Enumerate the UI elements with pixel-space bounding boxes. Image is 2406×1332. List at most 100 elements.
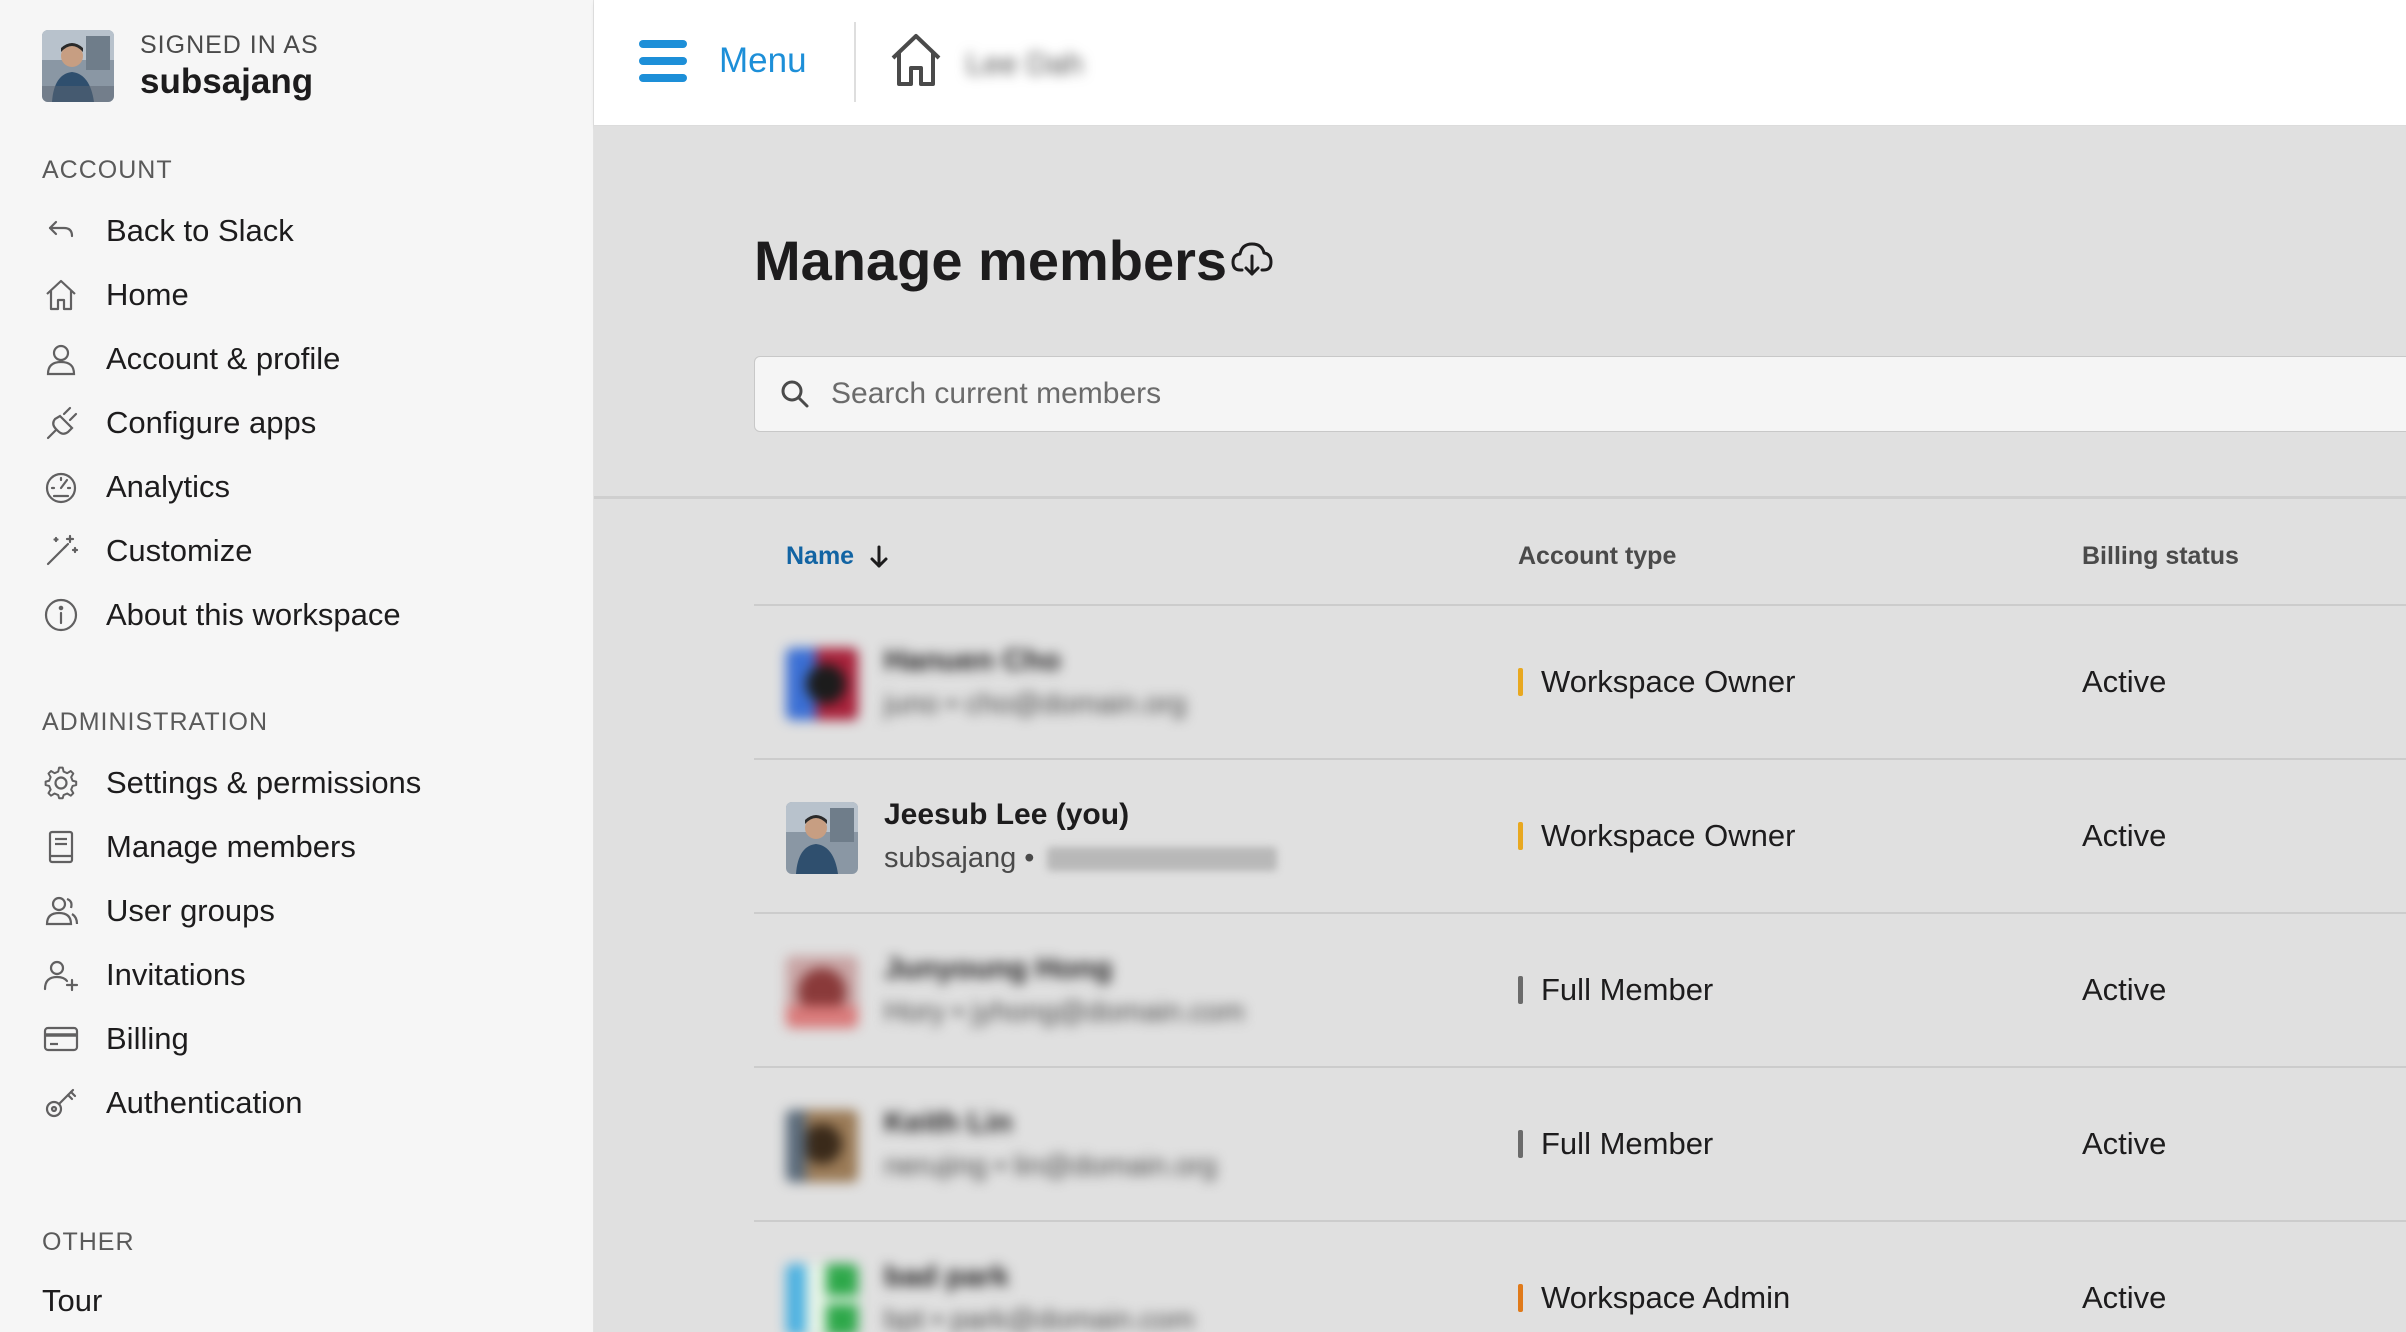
sidebar-item-billing[interactable]: Billing	[42, 1014, 189, 1064]
member-email: jyhong@domain.com	[971, 996, 1245, 1028]
column-header-account-type[interactable]: Account type	[1518, 542, 1676, 571]
gauge-icon	[42, 468, 80, 506]
member-handle-email: nerujing • lin@domain.org	[884, 1150, 1218, 1182]
account-section-title: ACCOUNT	[42, 156, 173, 184]
sidebar: SIGNED IN AS subsajang ACCOUNT Back to S…	[0, 0, 594, 1332]
sidebar-item-home[interactable]: Home	[42, 270, 189, 320]
search-box[interactable]	[754, 356, 2406, 432]
topbar-divider	[854, 22, 856, 102]
members-book-icon	[42, 828, 80, 866]
search-input[interactable]	[831, 377, 2331, 411]
sidebar-item-manage-members[interactable]: Manage members	[42, 822, 356, 872]
account-type-label: Workspace Owner	[1541, 664, 1796, 699]
member-email: park@domain.com	[950, 1304, 1195, 1332]
avatar	[786, 1110, 858, 1182]
member-name: Jeesub Lee (you)	[884, 798, 1130, 831]
home-icon[interactable]	[889, 32, 943, 88]
member-handle: subsajang	[884, 842, 1017, 874]
table-row[interactable]: Junyoung Hong Hory • jyhong@domain.com F…	[754, 912, 2406, 1066]
back-arrow-icon	[42, 212, 80, 250]
account-type-cell: Workspace Admin	[1518, 1280, 1790, 1316]
member-handle: juno	[884, 688, 939, 720]
account-type-cell: Full Member	[1518, 1126, 1713, 1162]
sidebar-item-label: Account & profile	[106, 341, 341, 376]
signed-in-label: SIGNED IN AS	[140, 31, 319, 59]
workspace-name[interactable]: Lee Dah	[966, 46, 1083, 82]
sidebar-item-authentication[interactable]: Authentication	[42, 1078, 302, 1128]
table-row[interactable]: Hanuen Cho juno • cho@domain.org Workspa…	[754, 604, 2406, 758]
column-header-billing-status[interactable]: Billing status	[2082, 542, 2239, 571]
account-type-indicator	[1518, 1130, 1523, 1158]
billing-status-cell: Active	[2082, 818, 2167, 853]
signed-in-block: SIGNED IN AS subsajang	[42, 28, 319, 104]
member-handle-email: Hory • jyhong@domain.com	[884, 996, 1245, 1028]
account-type-cell: Full Member	[1518, 972, 1713, 1008]
other-section-title: OTHER	[42, 1228, 135, 1256]
account-type-label: Workspace Owner	[1541, 818, 1796, 853]
signed-in-username: subsajang	[140, 62, 314, 101]
sidebar-item-label: User groups	[106, 893, 275, 928]
sidebar-item-label: Configure apps	[106, 405, 317, 440]
section-divider	[594, 496, 2406, 499]
avatar	[786, 802, 858, 874]
avatar	[786, 956, 858, 1028]
billing-status-cell: Active	[2082, 1126, 2167, 1161]
member-handle-email: bpt • park@domain.com	[884, 1304, 1194, 1332]
sidebar-item-label: Customize	[106, 533, 253, 568]
table-row[interactable]: Jeesub Lee (you) subsajang • Workspace O…	[754, 758, 2406, 912]
sort-descending-icon	[870, 545, 888, 567]
table-row[interactable]: bad park bpt • park@domain.com Workspace…	[754, 1220, 2406, 1332]
search-icon	[781, 380, 809, 408]
add-person-icon	[42, 956, 80, 994]
sidebar-item-label: Billing	[106, 1021, 189, 1056]
member-handle-email: subsajang •	[884, 842, 1277, 875]
user-group-icon	[42, 892, 80, 930]
member-name: Hanuen Cho	[884, 644, 1061, 677]
person-icon	[42, 340, 80, 378]
avatar[interactable]	[42, 30, 114, 102]
cloud-download-icon[interactable]	[1230, 238, 1274, 282]
sidebar-item-label: Back to Slack	[106, 213, 294, 248]
plug-icon	[42, 404, 80, 442]
sidebar-item-label: Settings & permissions	[106, 765, 422, 800]
account-type-label: Workspace Admin	[1541, 1280, 1791, 1315]
account-type-label: Full Member	[1541, 972, 1714, 1007]
account-type-cell: Workspace Owner	[1518, 818, 1795, 854]
billing-status-cell: Active	[2082, 972, 2167, 1007]
member-name: Junyoung Hong	[884, 952, 1113, 985]
administration-section-title: ADMINISTRATION	[42, 708, 269, 736]
sidebar-item-label: Authentication	[106, 1085, 303, 1120]
column-header-name[interactable]: Name	[786, 542, 890, 571]
member-email: lin@domain.org	[1013, 1150, 1218, 1182]
menu-label: Menu	[719, 41, 807, 80]
sidebar-item-account-profile[interactable]: Account & profile	[42, 334, 340, 384]
sidebar-item-analytics[interactable]: Analytics	[42, 462, 230, 512]
sidebar-item-about-workspace[interactable]: About this workspace	[42, 590, 401, 640]
column-header-name-label: Name	[786, 542, 855, 570]
account-type-indicator	[1518, 1284, 1523, 1312]
avatar	[786, 648, 858, 720]
gear-icon	[42, 764, 80, 802]
table-row[interactable]: Keith Lin nerujing • lin@domain.org Full…	[754, 1066, 2406, 1220]
member-email-redacted	[1046, 847, 1277, 872]
member-name: Keith Lin	[884, 1106, 1013, 1139]
sidebar-item-label: Home	[106, 277, 189, 312]
member-handle-email: juno • cho@domain.org	[884, 688, 1187, 720]
member-email: cho@domain.org	[965, 688, 1187, 720]
sidebar-item-invitations[interactable]: Invitations	[42, 950, 246, 1000]
sidebar-item-back-to-slack[interactable]: Back to Slack	[42, 206, 294, 256]
sidebar-item-user-groups[interactable]: User groups	[42, 886, 275, 936]
sidebar-item-configure-apps[interactable]: Configure apps	[42, 398, 316, 448]
account-type-indicator	[1518, 976, 1523, 1004]
avatar	[786, 1264, 858, 1332]
member-name: bad park	[884, 1260, 1010, 1293]
sidebar-item-label: Manage members	[106, 829, 356, 864]
menu-button[interactable]: Menu	[639, 40, 807, 82]
sidebar-item-customize[interactable]: Customize	[42, 526, 252, 576]
billing-status-cell: Active	[2082, 664, 2167, 699]
sidebar-item-settings-permissions[interactable]: Settings & permissions	[42, 758, 421, 808]
account-type-label: Full Member	[1541, 1126, 1714, 1161]
account-type-indicator	[1518, 668, 1523, 696]
sidebar-item-label: Analytics	[106, 469, 231, 504]
tour-link[interactable]: Tour	[42, 1283, 102, 1319]
